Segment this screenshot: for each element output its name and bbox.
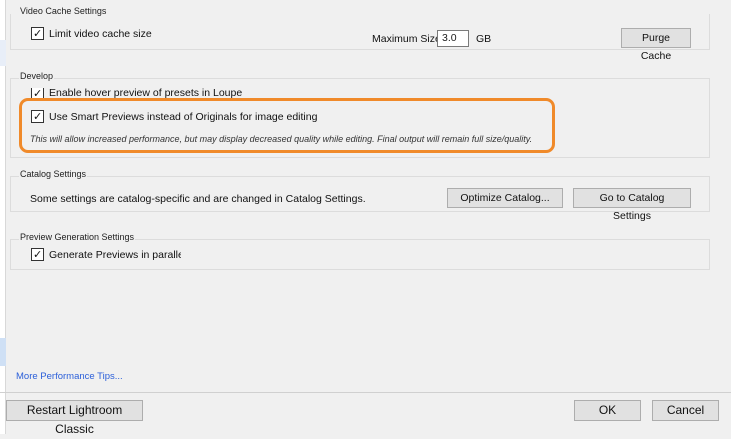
parallel-previews-label: Generate Previews in parallel xyxy=(49,248,181,261)
purge-cache-button[interactable]: Purge Cache xyxy=(621,28,691,62)
edge-selection-mark-lower xyxy=(0,338,6,366)
limit-video-cache-label: Limit video cache size xyxy=(49,27,152,40)
cancel-button[interactable]: Cancel xyxy=(652,400,719,421)
go-to-catalog-settings-button[interactable]: Go to Catalog Settings xyxy=(573,188,691,222)
optimize-catalog-button[interactable]: Optimize Catalog... xyxy=(447,188,563,208)
parallel-previews-checkbox[interactable]: ✓ Generate Previews in parallel xyxy=(31,248,181,261)
maximum-size-unit: GB xyxy=(476,33,492,45)
hover-preview-label: Enable hover preview of presets in Loupe xyxy=(49,88,243,98)
checkmark-icon: ✓ xyxy=(33,88,43,98)
video-cache-title: Video Cache Settings xyxy=(19,6,108,16)
catalog-title: Catalog Settings xyxy=(19,169,88,179)
checkmark-icon: ✓ xyxy=(33,28,43,40)
highlight-outline xyxy=(19,98,555,153)
develop-title: Develop xyxy=(19,71,55,81)
maximum-size-label: Maximum Size: xyxy=(372,33,444,45)
more-performance-tips-link[interactable]: More Performance Tips... xyxy=(16,371,123,382)
hover-preview-checkbox[interactable]: ✓ Enable hover preview of presets in Lou… xyxy=(31,88,242,98)
maximum-size-input[interactable]: 3.0 xyxy=(437,30,469,47)
restart-lightroom-button[interactable]: Restart Lightroom Classic xyxy=(6,400,143,436)
checkbox-box[interactable]: ✓ xyxy=(31,27,44,40)
footer-divider xyxy=(0,392,731,393)
edge-selection-mark xyxy=(0,40,6,66)
checkbox-box[interactable]: ✓ xyxy=(31,248,44,261)
catalog-description: Some settings are catalog-specific and a… xyxy=(30,193,366,205)
ok-button[interactable]: OK xyxy=(574,400,641,421)
preview-generation-title: Preview Generation Settings xyxy=(19,232,136,242)
checkbox-box[interactable]: ✓ xyxy=(31,88,44,98)
checkmark-icon: ✓ xyxy=(33,249,43,261)
limit-video-cache-checkbox[interactable]: ✓ Limit video cache size xyxy=(31,27,152,40)
